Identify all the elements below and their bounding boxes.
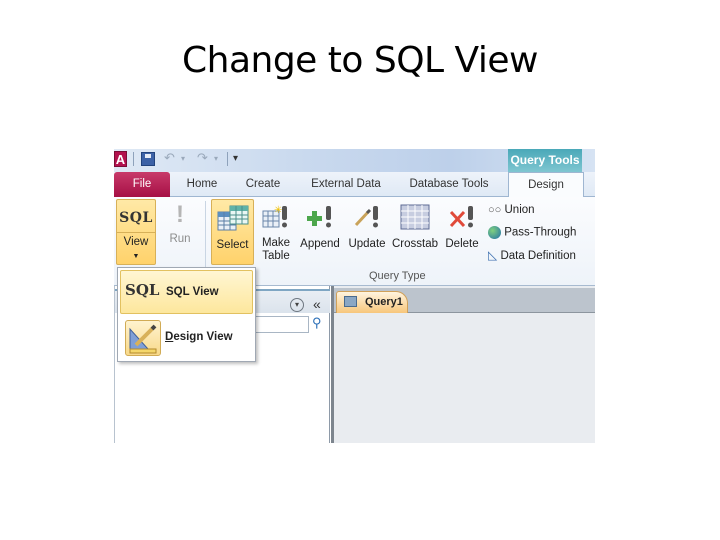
union-label: Union bbox=[504, 204, 535, 216]
update-button[interactable]: Update bbox=[345, 199, 389, 265]
data-definition-label: Data Definition bbox=[500, 250, 576, 262]
document-tab-label: Query1 bbox=[365, 296, 403, 308]
data-definition-icon: ◺ bbox=[488, 248, 498, 262]
access-app-icon[interactable]: A bbox=[114, 151, 127, 167]
append-icon bbox=[307, 206, 331, 228]
view-dropdown-menu: SQL SQL View Design View bbox=[117, 267, 256, 362]
update-label: Update bbox=[348, 238, 386, 250]
run-button[interactable]: ! Run bbox=[162, 199, 198, 265]
design-view-label-rest: esign View bbox=[173, 331, 233, 343]
collapse-pane-icon[interactable]: « bbox=[313, 296, 321, 312]
nav-menu-dropdown-icon[interactable]: ▾ bbox=[290, 298, 304, 312]
customize-quick-access-icon[interactable]: ▾ bbox=[233, 153, 238, 164]
query-tools-contextual-label: Query Tools bbox=[508, 149, 582, 172]
pass-through-label: Pass-Through bbox=[504, 226, 577, 239]
make-table-label-line2: Table bbox=[262, 250, 290, 262]
pass-through-button[interactable]: Pass-Through bbox=[488, 226, 576, 239]
chevron-down-icon: ▼ bbox=[132, 253, 140, 260]
menu-item-sql-view[interactable]: SQL SQL View bbox=[120, 270, 253, 314]
ribbon-tabs: File Home Create External Data Database … bbox=[114, 172, 595, 198]
tab-create[interactable]: Create bbox=[238, 172, 288, 197]
document-area: Query1 bbox=[331, 286, 595, 443]
update-icon bbox=[354, 206, 378, 228]
redo-icon[interactable]: ↷ bbox=[197, 150, 208, 166]
title-bar: A ↶ ▾ ↷ ▾ ▾ Query Tools bbox=[114, 149, 595, 172]
query-icon bbox=[344, 296, 357, 307]
document-tab-query1[interactable]: Query1 bbox=[336, 291, 408, 313]
tab-home[interactable]: Home bbox=[178, 172, 226, 197]
make-table-icon: ✳ bbox=[262, 205, 287, 228]
redo-dropdown-icon[interactable]: ▾ bbox=[214, 154, 218, 163]
crosstab-label: Crosstab bbox=[391, 238, 439, 250]
crosstab-icon bbox=[400, 204, 430, 230]
access-window: A ↶ ▾ ↷ ▾ ▾ Query Tools File Home Create… bbox=[114, 149, 595, 443]
globe-icon bbox=[488, 226, 501, 239]
slide-title: Change to SQL View bbox=[182, 40, 538, 81]
save-icon[interactable] bbox=[141, 152, 155, 166]
view-label: View bbox=[123, 236, 149, 248]
delete-icon bbox=[449, 206, 473, 228]
delete-button[interactable]: Delete bbox=[442, 199, 482, 265]
make-table-label-line1: Make bbox=[261, 237, 291, 249]
design-view-label: Design View bbox=[165, 331, 233, 343]
append-button[interactable]: Append bbox=[298, 199, 342, 265]
svg-text:✳: ✳ bbox=[274, 205, 282, 216]
run-icon: ! bbox=[176, 201, 184, 228]
separator bbox=[133, 152, 134, 166]
make-table-button[interactable]: ✳ Make Table bbox=[258, 199, 294, 265]
separator bbox=[227, 152, 228, 166]
query-type-group-label: Query Type bbox=[369, 270, 426, 282]
data-definition-button[interactable]: ◺ Data Definition bbox=[488, 248, 576, 262]
union-icon: ○○ bbox=[488, 204, 502, 216]
delete-label: Delete bbox=[445, 238, 479, 250]
search-icon[interactable]: ⚲ bbox=[312, 315, 322, 331]
sql-view-label: SQL View bbox=[166, 286, 219, 298]
nav-search-input[interactable] bbox=[253, 316, 309, 333]
design-view-icon bbox=[125, 320, 161, 356]
view-button[interactable]: SQL View ▼ bbox=[116, 199, 156, 265]
menu-item-design-view[interactable]: Design View bbox=[120, 316, 253, 360]
crosstab-button[interactable]: Crosstab bbox=[391, 199, 439, 265]
document-tab-strip: Query1 bbox=[334, 288, 595, 313]
undo-icon[interactable]: ↶ bbox=[164, 150, 175, 166]
tab-file[interactable]: File bbox=[114, 172, 170, 197]
select-label: Select bbox=[216, 239, 249, 251]
tab-external-data[interactable]: External Data bbox=[302, 172, 390, 197]
run-label: Run bbox=[169, 233, 191, 245]
select-query-icon bbox=[217, 205, 248, 231]
undo-dropdown-icon[interactable]: ▾ bbox=[181, 154, 185, 163]
tab-design[interactable]: Design bbox=[508, 172, 584, 198]
select-query-button[interactable]: Select bbox=[211, 199, 254, 265]
append-label: Append bbox=[300, 238, 340, 250]
sql-view-icon: SQL bbox=[125, 281, 160, 299]
sql-icon: SQL bbox=[119, 210, 153, 226]
union-button[interactable]: ○○ Union bbox=[488, 204, 535, 216]
tab-database-tools[interactable]: Database Tools bbox=[402, 172, 496, 197]
